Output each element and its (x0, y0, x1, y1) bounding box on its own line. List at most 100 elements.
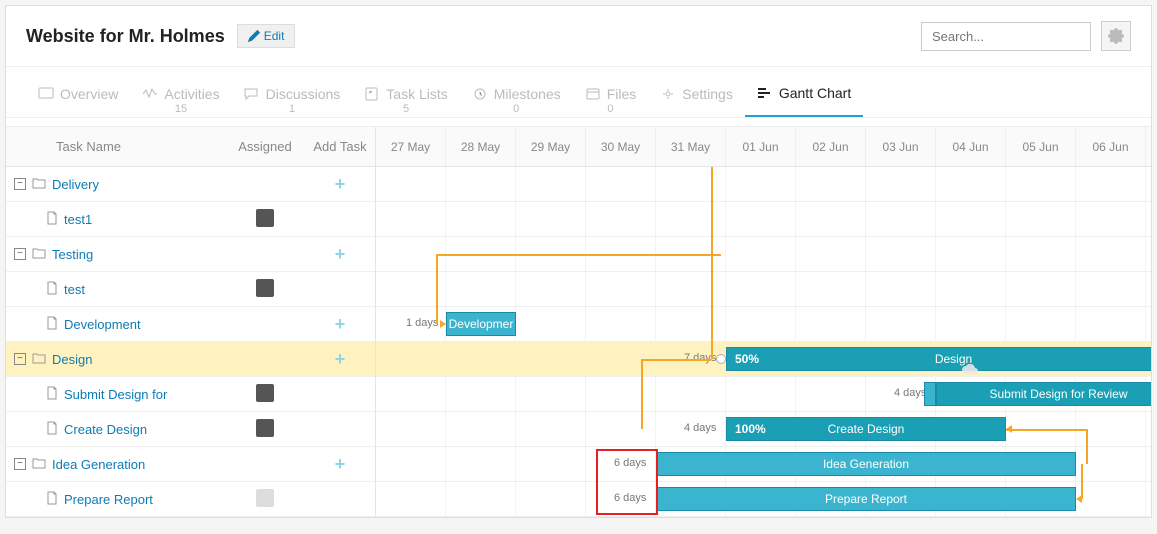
tab-discussions[interactable]: Discussions 1 (232, 67, 353, 117)
duration-label: 7 days (684, 352, 716, 364)
tab-label: Activities (164, 86, 219, 102)
page-title: Website for Mr. Holmes (26, 26, 225, 47)
task-name-cell[interactable]: Create Design (6, 421, 225, 438)
date-header: 06 Jun (1076, 127, 1146, 166)
settings-gear-button[interactable] (1101, 21, 1131, 51)
task-row: Create Design (6, 412, 375, 447)
discussions-icon (244, 87, 260, 101)
task-name-cell[interactable]: − Delivery (6, 177, 225, 192)
bar-handle[interactable] (924, 382, 936, 406)
task-row: Development + (6, 307, 375, 342)
avatar-placeholder[interactable] (256, 489, 274, 507)
task-name-cell[interactable]: Development (6, 316, 225, 333)
date-header: 29 May (516, 127, 586, 166)
dependency-arrow (1006, 425, 1012, 433)
bar-label: Submit Design for Review (989, 387, 1127, 401)
add-task-button[interactable]: + (335, 349, 346, 369)
timeline-row (376, 202, 1151, 237)
timeline-row: Developmer1 days (376, 307, 1151, 342)
gantt-bar[interactable]: 50%Design (726, 347, 1151, 371)
tab-label: Overview (60, 86, 118, 102)
add-task-cell: + (305, 454, 375, 475)
overview-icon (38, 87, 54, 101)
files-icon (585, 87, 601, 101)
toggle-collapse[interactable]: − (14, 248, 26, 260)
task-name-cell[interactable]: − Testing (6, 247, 225, 262)
task-name: Design (52, 352, 92, 367)
task-row: test (6, 272, 375, 307)
task-name-cell[interactable]: Submit Design for (6, 386, 225, 403)
add-task-button[interactable]: + (335, 314, 346, 334)
gantt-bar[interactable]: Prepare Report (656, 487, 1076, 511)
task-name: Prepare Report (64, 492, 153, 507)
bar-label: Prepare Report (825, 492, 907, 506)
add-task-cell: + (305, 349, 375, 370)
toggle-collapse[interactable]: − (14, 353, 26, 365)
task-name: Submit Design for (64, 387, 167, 402)
task-name-cell[interactable]: test1 (6, 211, 225, 228)
timeline-row: 100%Create Design 4 days (376, 412, 1151, 447)
tab-gantt-chart[interactable]: Gantt Chart (745, 67, 863, 117)
gantt-bar[interactable]: Developmer (446, 312, 516, 336)
task-name: Testing (52, 247, 93, 262)
bar-handle[interactable] (716, 354, 726, 364)
avatar[interactable] (256, 384, 274, 402)
add-task-button[interactable]: + (335, 454, 346, 474)
task-row: − Delivery + (6, 167, 375, 202)
task-name: Create Design (64, 422, 147, 437)
add-task-button[interactable]: + (335, 174, 346, 194)
add-task-cell: + (305, 174, 375, 195)
tab-label: Task Lists (386, 86, 447, 102)
tab-label: Discussions (266, 86, 341, 102)
tabs-bar: Overview Activities 15 Discussions 1 Tas… (6, 67, 1151, 118)
tab-milestones[interactable]: Milestones 0 (460, 67, 573, 117)
tab-task-lists[interactable]: Task Lists 5 (352, 67, 459, 117)
assigned-cell (225, 419, 305, 440)
task-name: Delivery (52, 177, 99, 192)
add-task-button[interactable]: + (335, 244, 346, 264)
bar-label: Idea Generation (823, 457, 909, 471)
cloud-icon (961, 364, 981, 376)
task-row: test1 (6, 202, 375, 237)
settings-icon (660, 87, 676, 101)
timeline-row: Submit Design for Review 4 days (376, 377, 1151, 412)
dependency-arrow (440, 320, 446, 328)
gantt-bar[interactable]: 100%Create Design (726, 417, 1006, 441)
task-row: Submit Design for (6, 377, 375, 412)
tab-settings[interactable]: Settings (648, 67, 745, 117)
avatar[interactable] (256, 279, 274, 297)
task-name-cell[interactable]: −Idea Generation (6, 457, 225, 472)
duration-label: 4 days (894, 387, 926, 399)
folder-icon (32, 247, 46, 262)
gantt-icon (757, 86, 773, 100)
assigned-cell (225, 209, 305, 230)
avatar[interactable] (256, 209, 274, 227)
tab-files[interactable]: Files 0 (573, 67, 649, 117)
milestones-icon (472, 87, 488, 101)
progress-pct: 50% (735, 352, 759, 366)
date-header: 01 Jun (726, 127, 796, 166)
date-header: 04 Jun (936, 127, 1006, 166)
avatar[interactable] (256, 419, 274, 437)
duration-label: 4 days (684, 422, 716, 434)
task-row: −Idea Generation + (6, 447, 375, 482)
task-name-cell[interactable]: test (6, 281, 225, 298)
tab-overview[interactable]: Overview (26, 67, 130, 117)
search-input[interactable] (921, 22, 1091, 51)
date-header: 27 May (376, 127, 446, 166)
task-name-cell[interactable]: Prepare Report (6, 491, 225, 508)
task-name-cell[interactable]: − Design (6, 352, 225, 367)
folder-icon (32, 177, 46, 192)
toggle-collapse[interactable]: − (14, 458, 26, 470)
toggle-collapse[interactable]: − (14, 178, 26, 190)
col-header-add: Add Task (305, 139, 375, 154)
tab-activities[interactable]: Activities 15 (130, 67, 231, 117)
gantt-bar[interactable]: Submit Design for Review (936, 382, 1151, 406)
timeline-row: Idea Generation6 days (376, 447, 1151, 482)
edit-button[interactable]: Edit (237, 24, 296, 48)
timeline-row (376, 237, 1151, 272)
gantt-bar[interactable]: Idea Generation (656, 452, 1076, 476)
col-header-assigned: Assigned (225, 139, 305, 154)
tab-label: Files (607, 86, 637, 102)
timeline-row: Prepare Report6 days (376, 482, 1151, 517)
